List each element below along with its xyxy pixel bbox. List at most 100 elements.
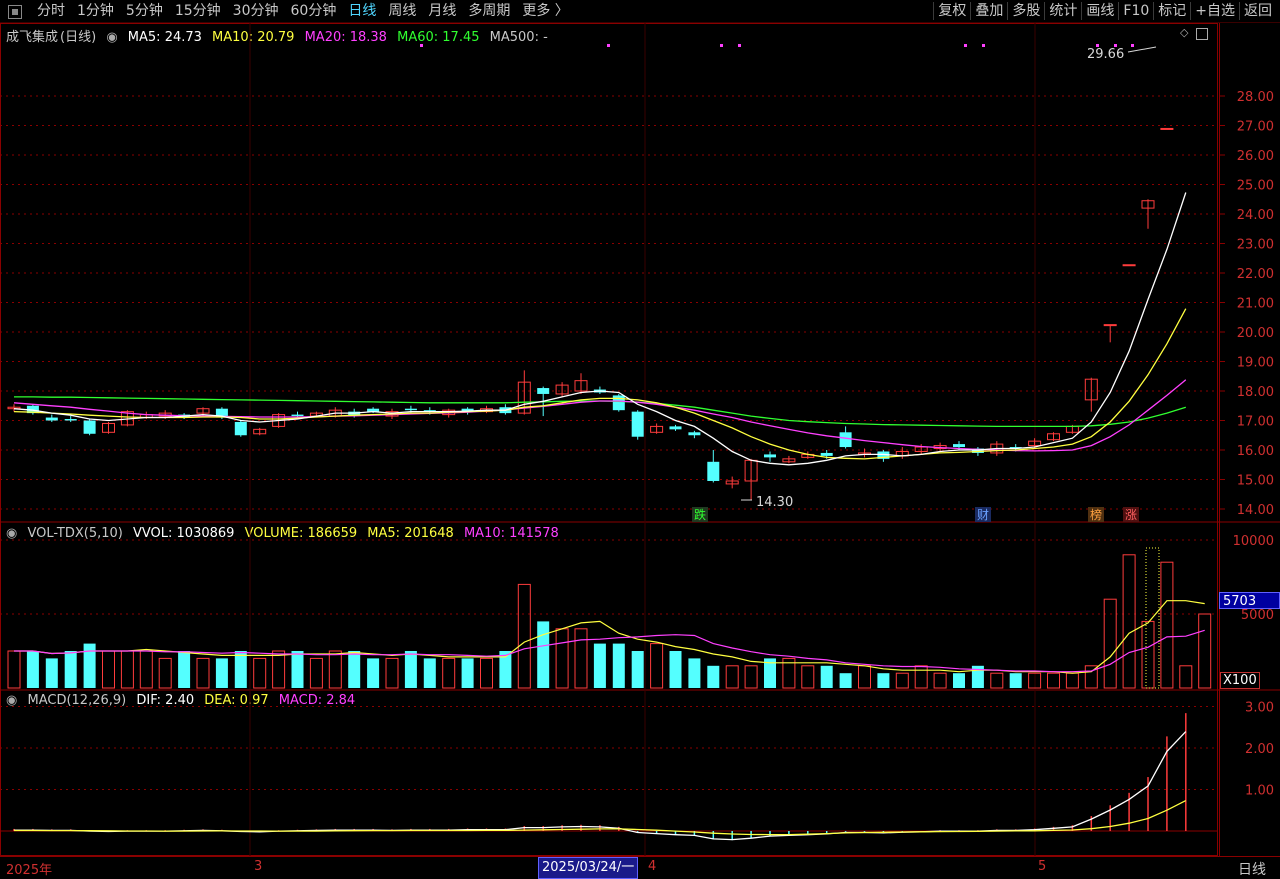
macd-tick-label: 2.00 — [1245, 742, 1274, 757]
ma10-line — [13, 308, 1187, 460]
volume-bar — [367, 658, 380, 688]
info-dot — [607, 44, 610, 47]
volume-bar — [953, 673, 965, 688]
volume-current-tag: 5703 — [1219, 592, 1280, 609]
volume-bar — [83, 643, 96, 688]
info-dot — [1114, 44, 1117, 47]
volume-bar — [725, 665, 739, 689]
volume-bar — [877, 673, 890, 688]
year-label: 2025年 — [6, 863, 53, 878]
price-tick-label: 15.00 — [1237, 474, 1274, 489]
candle-down — [404, 408, 417, 411]
volume-bar — [537, 621, 550, 688]
info-dot — [1131, 44, 1134, 47]
volume-bar — [895, 672, 909, 689]
info-dot — [1096, 44, 1099, 47]
price-tick-label: 24.00 — [1237, 208, 1274, 223]
candle-down — [45, 417, 58, 421]
volume-bar — [1160, 561, 1174, 689]
high-pointer — [1127, 46, 1157, 53]
candle-up — [1103, 324, 1117, 327]
volume-bar — [820, 665, 833, 688]
volume-bar — [45, 658, 58, 688]
price-tick-label: 20.00 — [1237, 326, 1274, 341]
price-tick-label: 18.00 — [1237, 385, 1274, 400]
volume-bar — [555, 628, 569, 689]
event-marker-3: 涨 — [1125, 507, 1137, 522]
volume-bar — [442, 657, 456, 689]
candle-down — [537, 388, 550, 394]
info-dot — [720, 44, 723, 47]
cursor-date: 2025/03/24/一 — [538, 857, 639, 879]
volume-bar — [574, 628, 588, 689]
volume-bar — [1047, 672, 1060, 689]
candle-down — [64, 419, 77, 421]
volume-bar — [215, 658, 228, 688]
volume-bar — [612, 643, 625, 688]
volume-bar — [517, 583, 531, 689]
volume-bar — [253, 657, 267, 689]
price-tick-label: 28.00 — [1237, 90, 1274, 105]
event-marker-1: 财 — [977, 508, 989, 522]
info-dot — [982, 44, 985, 47]
candle-down — [83, 420, 96, 434]
volume-bar — [1122, 554, 1136, 689]
candle-down — [291, 414, 304, 417]
volume-bar — [120, 650, 134, 689]
event-marker-0: 跌 — [694, 507, 706, 522]
volume-bar — [1179, 665, 1193, 689]
volume-bar — [707, 665, 720, 688]
volume-ma10-line — [14, 629, 1205, 673]
candle-down — [234, 421, 247, 436]
period-indicator[interactable]: 日线 — [1238, 859, 1266, 879]
dea-line — [14, 800, 1187, 836]
volume-bar — [234, 651, 247, 688]
price-tick-label: 23.00 — [1237, 238, 1274, 253]
high-price-label: 29.66 — [1087, 47, 1124, 62]
price-tick-label: 27.00 — [1237, 120, 1274, 135]
month-label-4: 4 — [648, 859, 657, 874]
date-axis: 2025年 3 2025/03/24/一 4 5 日线 — [0, 856, 1280, 879]
volume-bar — [291, 651, 304, 688]
price-tick-label: 17.00 — [1237, 415, 1274, 430]
volume-bar — [593, 643, 606, 688]
volume-ma5-line — [14, 600, 1205, 674]
kline-chart[interactable]: 14.00 15.00 16.00 17.00 18.00 19.00 20.00 21.00… — [0, 0, 1280, 856]
info-dot — [420, 44, 423, 47]
price-tick-label: 21.00 — [1237, 297, 1274, 312]
volume-unit-badge: X100 — [1220, 672, 1260, 689]
volume-bar — [196, 657, 210, 689]
volume-bar — [688, 658, 701, 688]
dif-line — [14, 731, 1187, 841]
month-label-5: 5 — [1038, 859, 1047, 874]
candle-down — [839, 432, 852, 448]
volume-bar — [1141, 620, 1155, 689]
price-tick-label: 22.00 — [1237, 267, 1274, 282]
volume-tick-label: 10000 — [1233, 534, 1274, 549]
volume-bar — [858, 665, 871, 689]
macd-tick-label: 3.00 — [1245, 701, 1274, 716]
candle-up — [1160, 127, 1174, 130]
volume-bar — [1009, 673, 1022, 688]
candle-down — [707, 461, 720, 481]
volume-bar — [480, 657, 493, 689]
volume-bar — [801, 665, 815, 689]
volume-bar — [158, 657, 172, 689]
candle-down — [631, 411, 644, 437]
volume-bar — [1103, 598, 1117, 689]
info-dot — [964, 44, 967, 47]
candle-up — [1122, 264, 1136, 267]
volume-bar — [328, 650, 342, 689]
macd-tick-label: 1.00 — [1245, 784, 1274, 799]
volume-bar — [309, 657, 323, 689]
volume-bar — [631, 651, 644, 688]
low-price-label: 14.30 — [756, 495, 793, 510]
volume-tick-label: 5000 — [1241, 608, 1274, 623]
volume-bar — [461, 658, 474, 688]
volume-bar — [650, 643, 664, 689]
info-dot — [738, 44, 741, 47]
volume-bar — [1065, 672, 1079, 689]
price-tick-label: 16.00 — [1237, 444, 1274, 459]
volume-bar — [933, 672, 947, 689]
volume-bar — [64, 651, 77, 688]
